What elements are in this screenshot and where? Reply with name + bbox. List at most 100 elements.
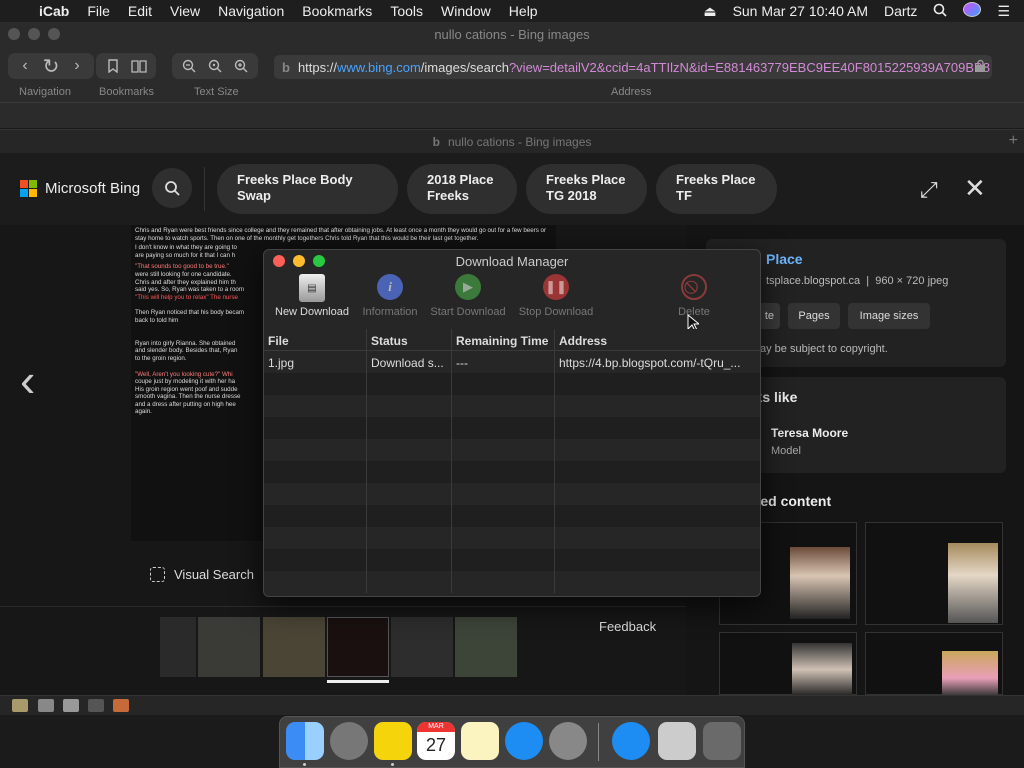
viewer-divider [0, 606, 686, 607]
image-source-domain[interactable]: tsplace.blogspot.ca [766, 275, 860, 287]
reload-button[interactable]: ↻ [38, 53, 64, 79]
menu-app-name[interactable]: iCab [30, 3, 78, 19]
downloads-table-header: File Status Remaining Time Address [264, 329, 760, 351]
menu-window[interactable]: Window [432, 3, 500, 19]
close-icon[interactable]: ✕ [964, 173, 986, 204]
filmstrip-thumb-5[interactable] [455, 617, 517, 677]
information-button[interactable]: i Information [358, 274, 422, 318]
related-thumb-3[interactable] [719, 632, 857, 696]
document-icon[interactable] [658, 722, 696, 760]
visual-search-button[interactable]: Visual Search [150, 567, 254, 582]
app-store-icon[interactable] [505, 722, 543, 760]
back-button[interactable]: ‹ [12, 53, 38, 79]
filmstrip-thumb-3[interactable] [327, 617, 389, 677]
browser-toolbar: nullo cations - Bing images ‹ ↻ › Naviga… [0, 22, 1024, 129]
start-download-button[interactable]: ▶ Start Download [426, 274, 510, 318]
column-file[interactable]: File [264, 329, 367, 350]
downloads-table-body: 1.jpg Download s... --- https://4.bp.blo… [264, 351, 760, 593]
new-download-button[interactable]: ▤ New Download [272, 274, 352, 318]
download-manager-titlebar[interactable]: Download Manager [264, 250, 760, 272]
filmstrip-thumb-1[interactable] [198, 617, 260, 677]
menu-file[interactable]: File [78, 3, 119, 19]
notification-center-icon[interactable]: ☰ [989, 3, 1024, 20]
menu-user[interactable]: Dartz [876, 3, 925, 19]
menu-help[interactable]: Help [500, 3, 547, 19]
empty-row [264, 373, 760, 395]
feedback-link[interactable]: Feedback [599, 619, 656, 634]
play-icon: ▶ [455, 274, 481, 300]
image-source: tsplace.blogspot.ca | 960 × 720 jpeg [766, 275, 949, 287]
menu-view[interactable]: View [161, 3, 209, 19]
zoom-reset-icon[interactable] [202, 53, 228, 79]
trash-icon[interactable] [703, 722, 741, 760]
related-search-pill-2[interactable]: 2018 Place Freeks [407, 164, 517, 214]
system-preferences-icon[interactable] [549, 722, 587, 760]
menu-tools[interactable]: Tools [381, 3, 432, 19]
delete-button[interactable]: ⃠ Delete [662, 274, 726, 318]
tab-bar: b nullo cations - Bing images + [0, 129, 1024, 153]
previous-image-icon[interactable]: ‹ [20, 357, 35, 403]
cell-address: https://4.bp.blogspot.com/-tQru_... [559, 356, 741, 370]
tab-image-sizes[interactable]: Image sizes [848, 303, 930, 329]
menu-navigation[interactable]: Navigation [209, 3, 293, 19]
person-name[interactable]: Teresa Moore [771, 426, 848, 440]
bing-search-button[interactable] [152, 168, 192, 208]
app-store-download-icon[interactable] [612, 722, 650, 760]
filmstrip-thumb-2[interactable] [263, 617, 325, 677]
menu-datetime[interactable]: Sun Mar 27 10:40 AM [725, 3, 876, 19]
column-address[interactable]: Address [555, 329, 760, 350]
related-search-pill-4[interactable]: Freeks Place TF [656, 164, 777, 214]
download-status-icon[interactable] [38, 699, 54, 712]
status-icon-1[interactable] [12, 699, 28, 712]
calendar-icon[interactable]: MAR 27 [417, 722, 455, 760]
stop-download-button[interactable]: ❚❚ Stop Download [514, 274, 598, 318]
siri-icon[interactable] [955, 2, 989, 20]
filmstrip-thumb-0[interactable] [160, 617, 196, 677]
column-remaining-time[interactable]: Remaining Time [452, 329, 555, 350]
tab-pages[interactable]: Pages [788, 303, 840, 329]
menu-edit[interactable]: Edit [119, 3, 161, 19]
menu-bookmarks[interactable]: Bookmarks [293, 3, 381, 19]
new-tab-button[interactable]: + [1009, 132, 1018, 150]
finder-icon[interactable] [286, 722, 324, 760]
empty-row [264, 571, 760, 593]
dm-close-button[interactable] [273, 255, 285, 267]
status-icon-5[interactable] [113, 699, 129, 712]
table-row[interactable]: 1.jpg Download s... --- https://4.bp.blo… [264, 351, 760, 373]
zoom-out-icon[interactable] [176, 53, 202, 79]
information-label: Information [362, 306, 418, 318]
window-title: nullo cations - Bing images [434, 27, 590, 42]
expand-icon[interactable]: ⤢ [920, 177, 938, 203]
status-icon-4[interactable] [88, 699, 104, 712]
filmstrip-selected-indicator [327, 680, 389, 683]
related-thumb-4[interactable] [865, 632, 1003, 696]
url-path: /images/search [420, 59, 509, 75]
dm-minimize-button[interactable] [293, 255, 305, 267]
empty-row [264, 461, 760, 483]
dm-zoom-button[interactable] [313, 255, 325, 267]
column-status[interactable]: Status [367, 329, 452, 350]
launchpad-icon[interactable] [330, 722, 368, 760]
related-thumb-2[interactable] [865, 522, 1003, 625]
related-search-pill-1[interactable]: Freeks Place Body Swap [217, 164, 398, 214]
forward-button[interactable]: › [64, 53, 90, 79]
image-title-link[interactable]: Place [766, 251, 803, 267]
zoom-in-icon[interactable] [228, 53, 254, 79]
text-size-group [172, 53, 258, 79]
eject-icon[interactable]: ⏏ [695, 3, 724, 20]
address-field[interactable]: b https:// www.bing.com /images/search ?… [274, 55, 992, 79]
bookmark-icon[interactable] [100, 53, 126, 79]
bing-brand-label: Microsoft Bing [45, 180, 141, 197]
bing-logo[interactable]: Microsoft Bing [20, 180, 140, 197]
icab-icon[interactable] [374, 722, 412, 760]
book-icon[interactable] [126, 53, 152, 79]
information-icon: i [377, 274, 403, 300]
related-search-pill-3[interactable]: Freeks Place TG 2018 [526, 164, 647, 214]
tab-title[interactable]: nullo cations - Bing images [448, 135, 591, 149]
upload-status-icon[interactable] [63, 699, 79, 712]
toolbar-divider [0, 102, 1024, 103]
notes-icon[interactable] [461, 722, 499, 760]
spotlight-search-icon[interactable] [925, 3, 955, 20]
filmstrip-thumb-4[interactable] [391, 617, 453, 677]
url-host: www.bing.com [336, 59, 421, 75]
